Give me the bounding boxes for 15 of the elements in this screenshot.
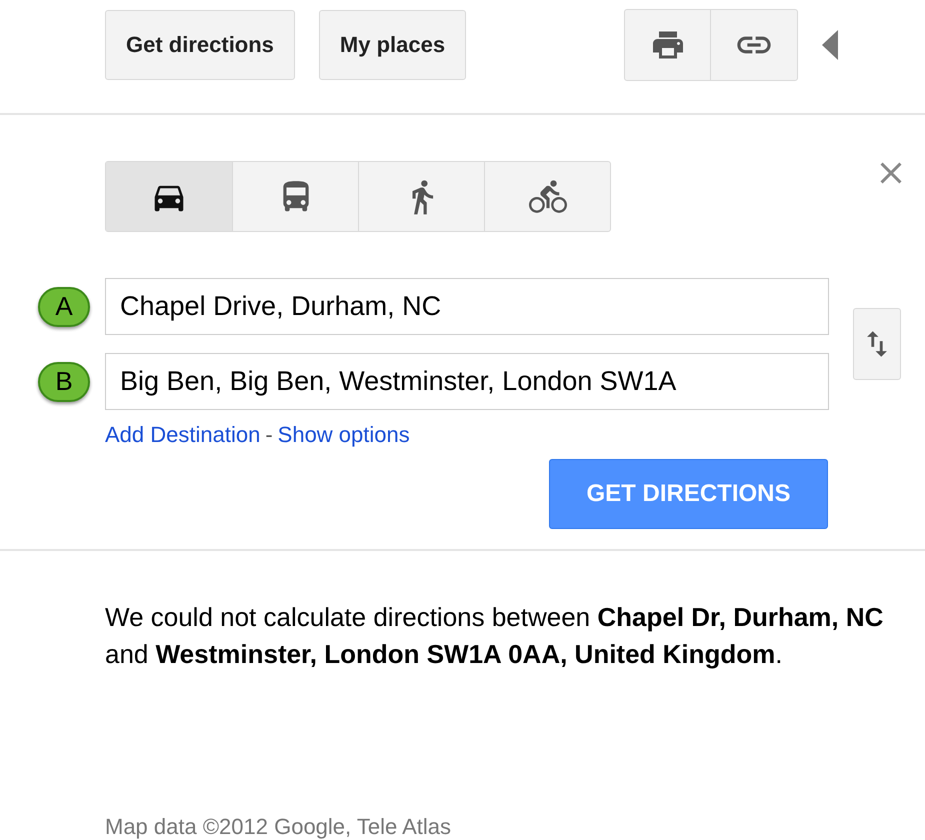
location-input[interactable]: Big Ben, Big Ben, Westminster, London SW1A — [105, 353, 829, 410]
travel-mode-tab[interactable] — [106, 162, 232, 231]
add-destination-link[interactable]: Add Destination — [105, 418, 260, 451]
link-separator: - — [264, 421, 274, 449]
swap-button[interactable] — [853, 308, 901, 380]
show-options-link[interactable]: Show options — [278, 418, 410, 451]
error-message: We could not calculate directions between Chapel Dr, Durham, NC and Westminster, London SW1A 0AA, United Kingdom. — [105, 601, 884, 671]
toolbar-button[interactable]: My places — [318, 10, 466, 80]
waypoint-marker: B — [38, 362, 90, 402]
waypoint-marker: A — [38, 286, 90, 326]
collapse-triangle-icon[interactable] — [822, 30, 838, 60]
bicycle-icon — [528, 178, 566, 216]
toolbar-button[interactable]: Get directions — [105, 10, 295, 80]
location-input[interactable]: Chapel Drive, Durham, NC — [105, 278, 829, 335]
map-attribution: Map data ©2012 Google, Tele Atlas — [105, 813, 452, 840]
